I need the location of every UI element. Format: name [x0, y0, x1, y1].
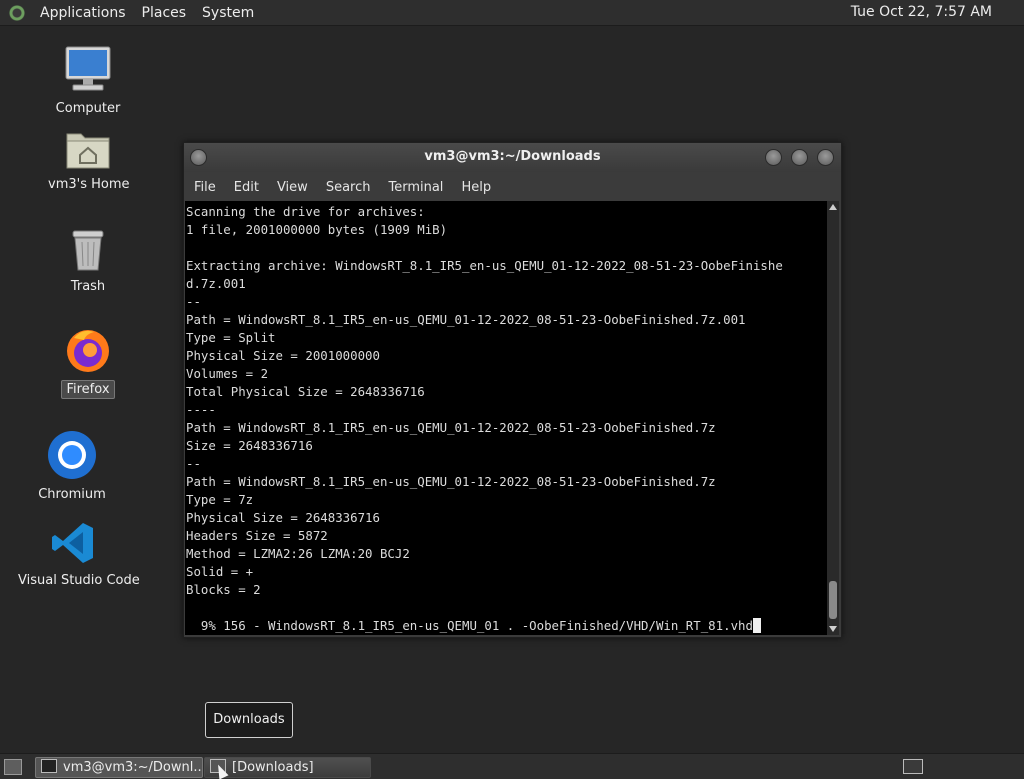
desktop-icon-computer[interactable]: Computer: [48, 44, 128, 117]
progress-line: 9% 156 - WindowsRT_8.1_IR5_en-us_QEMU_01…: [186, 617, 783, 635]
terminal-line: ----: [186, 402, 216, 417]
clock[interactable]: Tue Oct 22, 7:57 AM: [851, 4, 992, 20]
maximize-button[interactable]: [791, 149, 808, 166]
computer-icon: [65, 46, 111, 91]
menu-terminal[interactable]: Terminal: [379, 180, 452, 195]
terminal-line: 1 file, 2001000000 bytes (1909 MiB): [186, 222, 448, 237]
scroll-down-arrow-icon[interactable]: [829, 626, 837, 632]
terminal-line: Path = WindowsRT_8.1_IR5_en-us_QEMU_01-1…: [186, 474, 716, 489]
desktop-icon-label: Visual Studio Code: [18, 573, 140, 588]
trash-icon: [72, 230, 104, 271]
scroll-up-arrow-icon[interactable]: [829, 204, 837, 210]
terminal-icon: [41, 759, 57, 773]
terminal-line: Total Physical Size = 2648336716: [186, 384, 425, 399]
window-title: vm3@vm3:~/Downloads: [424, 149, 601, 164]
terminal-line: Method = LZMA2:26 LZMA:20 BCJ2: [186, 546, 410, 561]
menu-edit[interactable]: Edit: [225, 180, 268, 195]
terminal-line: Extracting archive: WindowsRT_8.1_IR5_en…: [186, 258, 783, 273]
menu-help[interactable]: Help: [452, 180, 500, 195]
menu-file[interactable]: File: [184, 180, 225, 195]
top-panel: Applications Places System Tue Oct 22, 7…: [0, 0, 1024, 26]
desktop-icon-firefox[interactable]: Firefox: [48, 326, 128, 399]
desktop-icon-trash[interactable]: Trash: [48, 228, 128, 295]
desktop-icon-label: Chromium: [38, 487, 106, 502]
terminal-menubar: File Edit View Search Terminal Help: [184, 173, 841, 201]
minimize-button[interactable]: [765, 149, 782, 166]
show-desktop-icon[interactable]: [4, 759, 22, 775]
terminal-line: Blocks = 2: [186, 582, 261, 597]
terminal-line: Type = Split: [186, 330, 276, 345]
desktop-icon-label: Computer: [55, 101, 121, 116]
desktop-icon-label: vm3's Home: [48, 177, 130, 192]
close-button[interactable]: [817, 149, 834, 166]
firefox-icon: [67, 330, 109, 372]
scrollbar-thumb[interactable]: [829, 581, 837, 619]
chromium-icon: [48, 431, 96, 479]
terminal-line: --: [186, 456, 201, 471]
workspace-switcher[interactable]: [903, 759, 923, 774]
terminal-lines: Scanning the drive for archives: 1 file, …: [186, 203, 783, 635]
terminal-line: Path = WindowsRT_8.1_IR5_en-us_QEMU_01-1…: [186, 420, 716, 435]
mate-logo-icon[interactable]: [8, 3, 26, 22]
desktop-icon-vscode[interactable]: Visual Studio Code: [14, 520, 140, 589]
cursor: [752, 618, 761, 633]
terminal-output[interactable]: Scanning the drive for archives: 1 file, …: [185, 201, 827, 635]
bottom-panel: vm3@vm3:~/Downl... [Downloads]: [0, 753, 1024, 779]
menu-system[interactable]: System: [194, 5, 262, 21]
terminal-line: Physical Size = 2648336716: [186, 510, 380, 525]
desktop-icon-label: Trash: [70, 279, 106, 294]
terminal-window[interactable]: vm3@vm3:~/Downloads File Edit View Searc…: [183, 142, 842, 638]
terminal-line: Scanning the drive for archives:: [186, 204, 425, 219]
desktop-icon-label: Firefox: [61, 380, 115, 399]
taskbar-item-downloads[interactable]: [Downloads]: [204, 757, 371, 778]
vscode-icon: [52, 523, 93, 563]
terminal-line: Type = 7z: [186, 492, 254, 507]
menu-search[interactable]: Search: [317, 180, 380, 195]
terminal-line: Solid = +: [186, 564, 254, 579]
terminal-line: Headers Size = 5872: [186, 528, 328, 543]
terminal-line: d.7z.001: [186, 276, 246, 291]
terminal-line: Volumes = 2: [186, 366, 269, 381]
menu-applications[interactable]: Applications: [32, 5, 134, 21]
titlebar[interactable]: vm3@vm3:~/Downloads: [184, 143, 841, 172]
taskbar-item-label: vm3@vm3:~/Downl...: [63, 760, 203, 775]
terminal-line: Physical Size = 2001000000: [186, 348, 380, 363]
taskbar-item-label: [Downloads]: [232, 760, 314, 775]
home-folder-icon: [66, 133, 110, 169]
tooltip: Downloads: [205, 702, 293, 738]
menu-places[interactable]: Places: [134, 5, 195, 21]
taskbar-item-terminal[interactable]: vm3@vm3:~/Downl...: [35, 757, 203, 778]
terminal-line: Size = 2648336716: [186, 438, 313, 453]
terminal-scrollbar[interactable]: [827, 201, 839, 635]
desktop-icon-chromium[interactable]: Chromium: [32, 430, 112, 503]
desktop-icon-home[interactable]: vm3's Home: [44, 128, 132, 193]
terminal-line: --: [186, 294, 201, 309]
menu-view[interactable]: View: [268, 180, 317, 195]
terminal-line: Path = WindowsRT_8.1_IR5_en-us_QEMU_01-1…: [186, 312, 746, 327]
